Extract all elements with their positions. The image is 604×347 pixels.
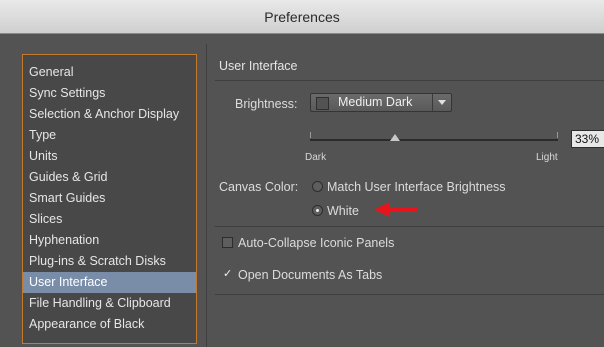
preferences-category-list: General Sync Settings Selection & Anchor… bbox=[22, 54, 197, 344]
sidebar-item-sync-settings[interactable]: Sync Settings bbox=[23, 83, 196, 104]
slider-max-label: Light bbox=[536, 152, 558, 163]
brightness-slider[interactable] bbox=[310, 139, 558, 141]
sidebar-item-file-handling-clipboard[interactable]: File Handling & Clipboard bbox=[23, 293, 196, 314]
sidebar-item-user-interface[interactable]: User Interface bbox=[23, 272, 196, 293]
chevron-down-icon bbox=[432, 94, 451, 111]
sidebar-item-selection-anchor-display[interactable]: Selection & Anchor Display bbox=[23, 104, 196, 125]
auto-collapse-checkbox[interactable] bbox=[222, 237, 233, 248]
brightness-percent-field[interactable]: 33% bbox=[571, 130, 604, 148]
auto-collapse-label[interactable]: Auto-Collapse Iconic Panels bbox=[238, 236, 394, 250]
radio-match-ui-brightness[interactable] bbox=[312, 181, 323, 192]
brightness-label: Brightness: bbox=[235, 97, 298, 111]
brightness-value: Medium Dark bbox=[338, 95, 413, 109]
brightness-slider-thumb[interactable] bbox=[390, 134, 400, 141]
sidebar-item-appearance-of-black[interactable]: Appearance of Black bbox=[23, 314, 196, 335]
brightness-dropdown[interactable]: Medium Dark bbox=[310, 93, 452, 112]
open-as-tabs-checkbox[interactable]: ✓ bbox=[222, 269, 233, 280]
sidebar-item-units[interactable]: Units bbox=[23, 146, 196, 167]
sidebar-item-smart-guides[interactable]: Smart Guides bbox=[23, 188, 196, 209]
radio-white-label[interactable]: White bbox=[327, 204, 359, 218]
slider-min-label: Dark bbox=[305, 152, 327, 163]
sidebar-item-hyphenation[interactable]: Hyphenation bbox=[23, 230, 196, 251]
sidebar-item-general[interactable]: General bbox=[23, 62, 196, 83]
user-interface-panel: User Interface Brightness: Medium Dark D… bbox=[207, 44, 604, 347]
section-title: User Interface bbox=[219, 59, 298, 73]
slider-tick bbox=[557, 132, 558, 138]
section-divider bbox=[215, 80, 604, 81]
radio-white[interactable] bbox=[312, 205, 323, 216]
slider-tick bbox=[310, 132, 311, 138]
section-divider bbox=[215, 294, 604, 295]
window-title: Preferences bbox=[264, 9, 340, 25]
canvas-color-label: Canvas Color: bbox=[219, 180, 299, 194]
sidebar-item-plugins-scratch-disks[interactable]: Plug-ins & Scratch Disks bbox=[23, 251, 196, 272]
brightness-swatch bbox=[316, 97, 329, 110]
checkmark-icon: ✓ bbox=[223, 268, 233, 280]
section-divider bbox=[215, 226, 604, 227]
title-bar: Preferences bbox=[0, 0, 604, 34]
sidebar-item-guides-grid[interactable]: Guides & Grid bbox=[23, 167, 196, 188]
sidebar-item-slices[interactable]: Slices bbox=[23, 209, 196, 230]
annotation-arrow-icon bbox=[374, 202, 418, 217]
open-as-tabs-label[interactable]: Open Documents As Tabs bbox=[238, 268, 382, 282]
sidebar-item-type[interactable]: Type bbox=[23, 125, 196, 146]
radio-match-ui-brightness-label[interactable]: Match User Interface Brightness bbox=[327, 180, 506, 194]
